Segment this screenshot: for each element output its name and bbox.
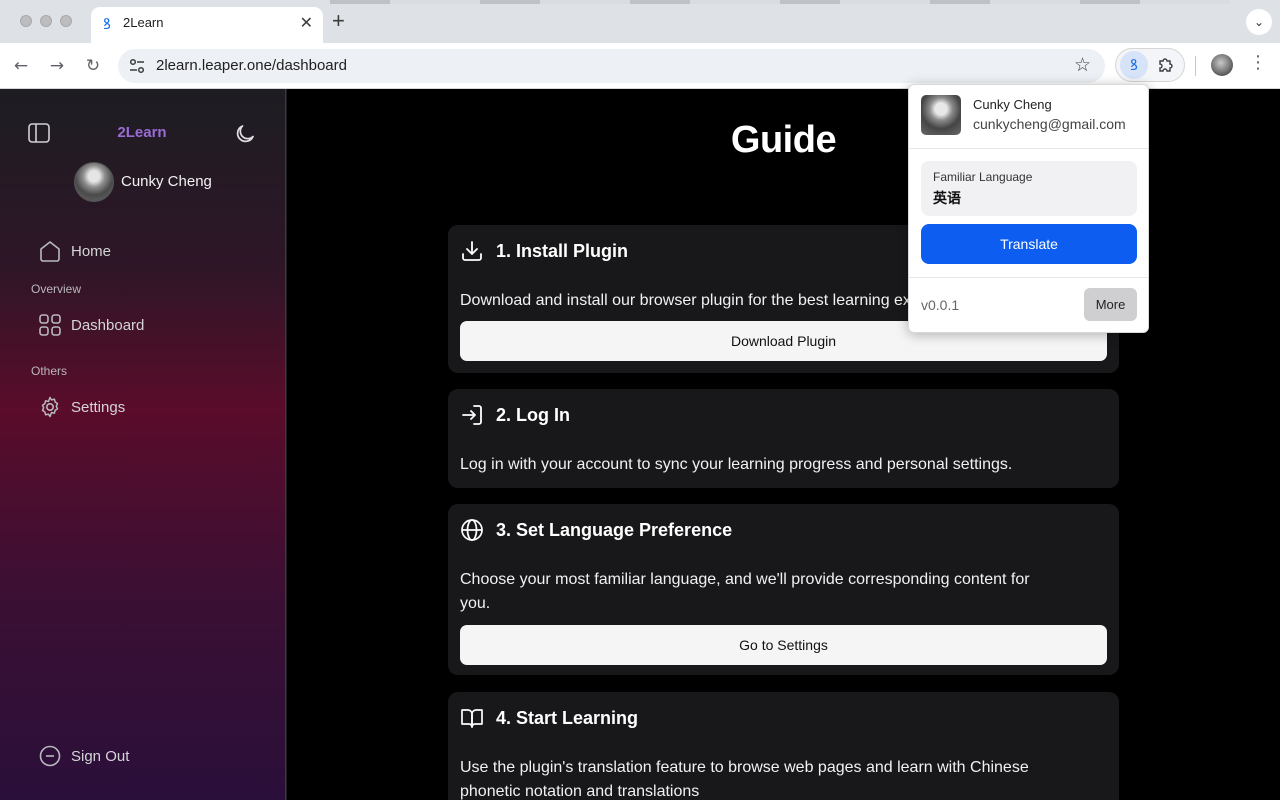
guide-card-login: 2. Log In Log in with your account to sy… (448, 389, 1119, 488)
log-in-icon (462, 405, 482, 425)
browser-toolbar: ← → ↻ 2learn.leaper.one/dashboard ☆ ꝸ ⋮ (0, 43, 1280, 89)
familiar-language-label: Familiar Language (933, 170, 1033, 184)
section-label-overview: Overview (31, 282, 82, 296)
site-info-icon[interactable] (128, 57, 146, 75)
home-icon (40, 241, 60, 262)
card-description: Log in with your account to sync your le… (460, 456, 1013, 473)
user-avatar (74, 162, 114, 202)
toolbar-separator (1195, 56, 1196, 76)
minus-circle-icon (39, 745, 61, 767)
book-open-icon (461, 709, 483, 728)
sidebar-item-label: Dashboard (71, 317, 145, 334)
popup-divider (909, 148, 1148, 149)
translate-button[interactable]: Translate (921, 224, 1137, 264)
background-tabs (330, 0, 1230, 4)
sidebar-item-label: Home (71, 243, 112, 260)
tab-close-icon[interactable]: ✕ (300, 13, 313, 33)
card-title: 3. Set Language Preference (496, 520, 733, 540)
back-button[interactable]: ← (7, 52, 35, 80)
card-title: 4. Start Learning (496, 708, 639, 728)
dark-mode-moon-icon[interactable] (233, 122, 257, 146)
gear-icon (41, 396, 59, 418)
card-description-line2: you. (460, 595, 491, 612)
window-close-button[interactable] (20, 15, 32, 27)
sidebar-toggle-icon[interactable] (28, 123, 50, 143)
tab-search-dropdown-icon[interactable]: ⌄ (1246, 9, 1272, 35)
card-title: 1. Install Plugin (496, 241, 629, 261)
guide-card-start: 4. Start Learning Use the plugin's trans… (448, 692, 1119, 800)
section-label-others: Others (31, 364, 68, 378)
dashboard-grid-icon (39, 314, 61, 336)
user-name: Cunky Cheng (121, 173, 212, 190)
active-tab[interactable]: ꝸ 2Learn ✕ (91, 7, 323, 43)
window-minimize-button[interactable] (40, 15, 52, 27)
url-text[interactable]: 2learn.leaper.one/dashboard (156, 57, 347, 74)
tab-title: 2Learn (123, 15, 164, 30)
sign-out-button[interactable]: Sign Out (38, 744, 129, 770)
2learn-extension-icon[interactable]: ꝸ (1120, 51, 1148, 79)
version-text: v0.0.1 (921, 297, 960, 313)
sidebar: 2Learn Cunky Cheng Home Overview Dashboa… (0, 89, 286, 800)
extensions-group: ꝸ (1115, 48, 1185, 82)
card-description-line1: Choose your most familiar language, and … (460, 571, 1030, 588)
download-icon (462, 241, 482, 261)
familiar-language-value: 英语 (933, 191, 961, 207)
extensions-puzzle-icon[interactable] (1156, 55, 1176, 75)
popup-divider (909, 277, 1148, 278)
sign-out-label: Sign Out (71, 748, 130, 765)
globe-icon (461, 519, 483, 541)
guide-card-language: 3. Set Language Preference Choose your m… (448, 504, 1119, 675)
familiar-language-select[interactable]: Familiar Language 英语 (921, 161, 1137, 216)
reload-button[interactable]: ↻ (79, 52, 107, 80)
popup-avatar (921, 95, 961, 135)
browser-tab-strip: ꝸ 2Learn ✕ + ⌄ (0, 0, 1280, 43)
new-tab-button[interactable]: + (332, 9, 345, 33)
favicon-2learn-icon: ꝸ (103, 15, 111, 33)
card-title: 2. Log In (496, 405, 570, 425)
go-to-settings-button[interactable]: Go to Settings (460, 625, 1107, 665)
forward-button[interactable]: → (43, 52, 71, 80)
browser-menu-icon[interactable]: ⋮ (1249, 52, 1267, 73)
window-zoom-button[interactable] (60, 15, 72, 27)
bookmark-star-icon[interactable]: ☆ (1074, 54, 1091, 76)
more-button[interactable]: More (1084, 288, 1137, 321)
popup-user-name: Cunky Cheng (973, 97, 1052, 112)
profile-avatar[interactable] (1211, 54, 1233, 76)
address-bar[interactable]: 2learn.leaper.one/dashboard ☆ (118, 49, 1105, 83)
popup-user-email: cunkycheng@gmail.com (973, 116, 1126, 132)
extension-popup: Cunky Cheng cunkycheng@gmail.com Familia… (908, 84, 1149, 333)
card-description-line1: Use the plugin's translation feature to … (460, 759, 1029, 776)
sidebar-item-label: Settings (71, 399, 126, 416)
brand-logo-text[interactable]: 2Learn (100, 124, 184, 141)
card-description-line2: phonetic notation and translations (460, 783, 700, 800)
